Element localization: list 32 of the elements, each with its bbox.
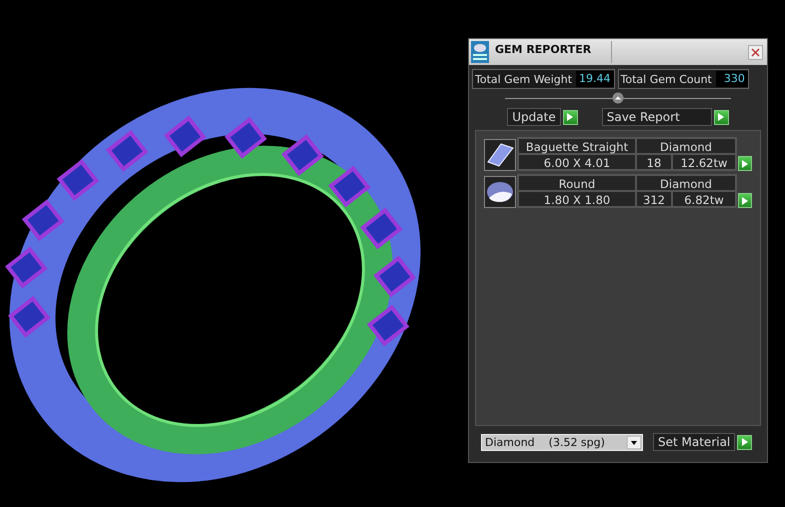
stat-value: 19.44 xyxy=(576,71,614,87)
play-icon xyxy=(742,438,748,446)
play-icon xyxy=(718,113,724,121)
gem-weight: 12.62tw xyxy=(672,154,736,170)
gem-material: Diamond xyxy=(636,175,736,191)
stat-label: Total Gem Weight xyxy=(474,72,574,86)
stat-value: 330 xyxy=(716,71,748,87)
window-title: GEM REPORTER xyxy=(495,41,612,63)
gem-material: Diamond xyxy=(636,138,736,154)
material-dropdown[interactable]: Diamond (3.52 spg) xyxy=(481,434,643,450)
app-icon xyxy=(471,41,489,63)
gem-shape: Round xyxy=(518,175,636,191)
gem-weight: 6.82tw xyxy=(672,191,736,207)
play-icon xyxy=(742,196,748,204)
gem-shape: Baguette Straight xyxy=(518,138,636,154)
play-icon xyxy=(742,160,748,168)
close-icon xyxy=(751,48,760,56)
close-button[interactable] xyxy=(748,44,763,60)
gem-count: 18 xyxy=(636,154,672,170)
gem-count: 312 xyxy=(636,191,672,207)
collapse-handle-icon[interactable] xyxy=(612,92,624,104)
gem-size: 6.00 X 4.01 xyxy=(518,154,636,170)
action-label: Save Report xyxy=(602,108,712,126)
go-button[interactable] xyxy=(562,110,578,124)
play-icon xyxy=(567,113,574,121)
stat-label: Total Gem Count xyxy=(620,72,713,86)
action-label: Update xyxy=(507,108,561,126)
go-button[interactable] xyxy=(737,434,752,450)
action-label: Set Material xyxy=(653,433,736,451)
gem-size: 1.80 X 1.80 xyxy=(518,191,636,207)
dropdown-arrow-icon xyxy=(627,436,641,448)
go-button[interactable] xyxy=(714,110,729,124)
